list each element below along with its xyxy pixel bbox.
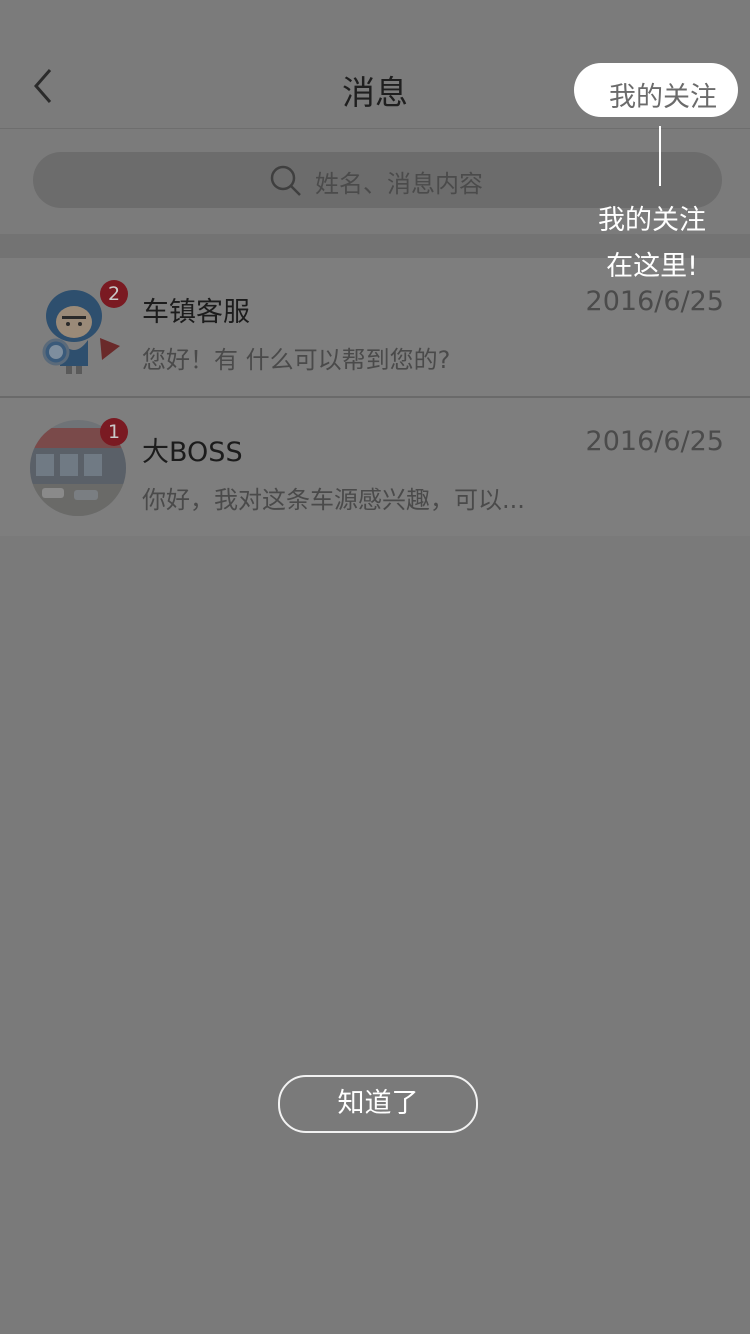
unread-badge: 2 xyxy=(100,280,128,308)
message-time: 2016/6/25 xyxy=(585,426,724,457)
guide-tip-line1: 我的关注 xyxy=(598,205,706,236)
messages-screen: 消息 姓名、消息内容 2 车镇客服 2016/6/25 您好！有 什么可以帮到您… xyxy=(0,0,750,1334)
conversation-list: 2 车镇客服 2016/6/25 您好！有 什么可以帮到您的? 1 大BOSS … xyxy=(0,258,750,536)
unread-badge: 1 xyxy=(100,418,128,446)
contact-name: 大BOSS xyxy=(142,437,243,468)
search-placeholder: 姓名、消息内容 xyxy=(315,170,483,198)
my-follows-label: 我的关注 xyxy=(609,82,717,113)
message-preview: 您好！有 什么可以帮到您的? xyxy=(142,346,451,374)
search-icon xyxy=(270,165,301,196)
conversation-item[interactable]: 1 大BOSS 2016/6/25 你好，我对这条车源感兴趣，可以... xyxy=(0,398,750,536)
guide-pointer-line xyxy=(659,126,661,186)
message-time: 2016/6/25 xyxy=(585,286,724,317)
guide-tip: 我的关注 在这里! xyxy=(582,198,722,290)
message-preview: 你好，我对这条车源感兴趣，可以... xyxy=(142,486,525,514)
got-it-button[interactable]: 知道了 xyxy=(278,1075,478,1133)
guide-tip-line2: 在这里! xyxy=(606,251,698,282)
status-bar xyxy=(0,0,750,40)
my-follows-button[interactable]: 我的关注 xyxy=(574,63,738,117)
contact-name: 车镇客服 xyxy=(142,297,250,328)
